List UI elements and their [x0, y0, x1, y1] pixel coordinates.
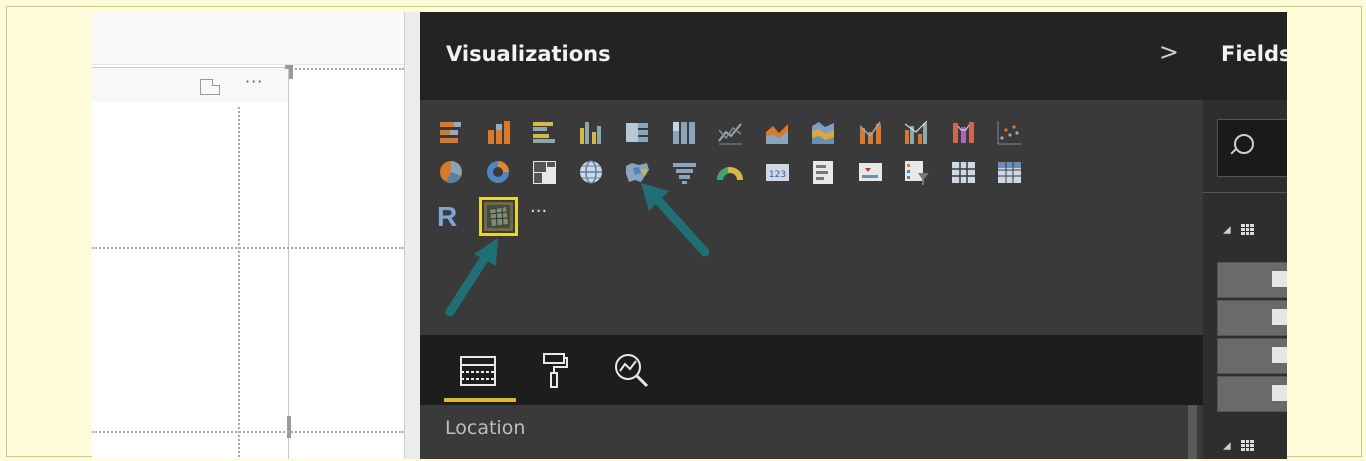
checkbox[interactable]	[1272, 309, 1287, 325]
gauge-icon[interactable]	[716, 158, 745, 187]
format-paint-roller-icon[interactable]	[540, 351, 570, 391]
resize-handle-corner[interactable]	[289, 65, 293, 79]
kpi-icon[interactable]	[856, 158, 885, 187]
svg-text:123: 123	[768, 170, 785, 180]
pane-divider	[404, 12, 421, 459]
area-chart-icon[interactable]	[763, 118, 792, 147]
focus-mode-icon[interactable]	[200, 79, 220, 95]
visual-icons-row-3: R ···	[437, 197, 588, 236]
line-and-clustered-column-icon[interactable]	[902, 118, 931, 147]
slicer-icon[interactable]	[902, 158, 931, 187]
visualizations-header: Visualizations >	[420, 12, 1203, 100]
arrow-pointing-custom-visual	[445, 238, 498, 317]
field-item[interactable]	[1217, 376, 1287, 412]
canvas-gridline	[238, 107, 240, 457]
canvas-top-area	[92, 12, 404, 65]
clustered-column-icon[interactable]	[577, 118, 606, 147]
checkbox[interactable]	[1272, 347, 1287, 363]
stacked-bar-icon[interactable]	[437, 118, 466, 147]
donut-chart-icon[interactable]	[484, 158, 513, 187]
scrollbar[interactable]	[1188, 405, 1197, 459]
field-item[interactable]	[1217, 300, 1287, 336]
field-item[interactable]	[1217, 262, 1287, 298]
report-canvas[interactable]: ···	[92, 12, 404, 459]
stacked-area-chart-icon[interactable]	[809, 118, 838, 147]
table-expander[interactable]: ◢	[1223, 224, 1254, 236]
fields-title: Fields	[1221, 42, 1287, 66]
canvas-gridline	[92, 431, 404, 433]
search-input[interactable]	[1217, 119, 1287, 177]
visual-icons-row-1	[437, 118, 1042, 147]
visualizations-title: Visualizations	[446, 42, 611, 66]
field-item[interactable]	[1217, 338, 1287, 374]
divider	[1203, 192, 1287, 193]
line-chart-icon[interactable]	[716, 118, 745, 147]
r-script-visual-icon[interactable]: R	[437, 202, 466, 231]
treemap-icon[interactable]	[530, 158, 559, 187]
line-and-stacked-column-icon[interactable]	[856, 118, 885, 147]
more-options-button[interactable]: ···	[245, 72, 263, 91]
table-icon	[1240, 224, 1254, 235]
table-expander[interactable]: ◢	[1223, 440, 1254, 452]
100-percent-stacked-column-icon[interactable]	[670, 118, 699, 147]
analytics-magnifier-icon[interactable]	[612, 351, 652, 391]
card-icon[interactable]: 123	[763, 158, 792, 187]
fields-header: Fields	[1203, 12, 1287, 100]
canvas-gridline	[92, 247, 404, 249]
table-icon	[1240, 440, 1254, 451]
clustered-bar-icon[interactable]	[530, 118, 559, 147]
more-visuals-button[interactable]: ···	[530, 202, 570, 231]
arrow-pointing-map-icon	[641, 183, 710, 257]
visual-icons-row-2: 123	[437, 158, 1042, 187]
location-well-label: Location	[445, 417, 526, 439]
search-icon	[1234, 134, 1254, 154]
multi-row-card-icon[interactable]	[809, 158, 838, 187]
fields-tab-icon[interactable]	[458, 351, 498, 391]
visualizations-tab-bar	[420, 335, 1203, 405]
power-bi-window: ··· Visualizations > 123 R ··· Location …	[92, 12, 1287, 459]
fields-pane: Fields ◢ ◢	[1203, 12, 1287, 459]
active-tab-indicator	[444, 398, 516, 402]
table-icon[interactable]	[949, 158, 978, 187]
canvas-gridline	[288, 68, 404, 70]
field-wells: Location	[420, 405, 1203, 459]
100-percent-stacked-bar-icon[interactable]	[623, 118, 652, 147]
checkbox[interactable]	[1272, 271, 1287, 287]
stacked-column-icon[interactable]	[484, 118, 513, 147]
pie-chart-icon[interactable]	[437, 158, 466, 187]
resize-handle-side[interactable]	[287, 416, 291, 438]
ribbon-chart-icon[interactable]	[949, 118, 978, 147]
scatter-chart-icon[interactable]	[995, 118, 1024, 147]
visualizations-pane: Visualizations > 123 R ··· Location	[420, 12, 1203, 459]
visual-placeholder[interactable]: ···	[92, 67, 289, 459]
chevron-right-icon[interactable]: >	[1159, 38, 1179, 66]
checkbox[interactable]	[1272, 385, 1287, 401]
matrix-icon[interactable]	[995, 158, 1024, 187]
custom-visual-icon[interactable]	[478, 197, 518, 236]
map-icon[interactable]	[577, 158, 606, 187]
